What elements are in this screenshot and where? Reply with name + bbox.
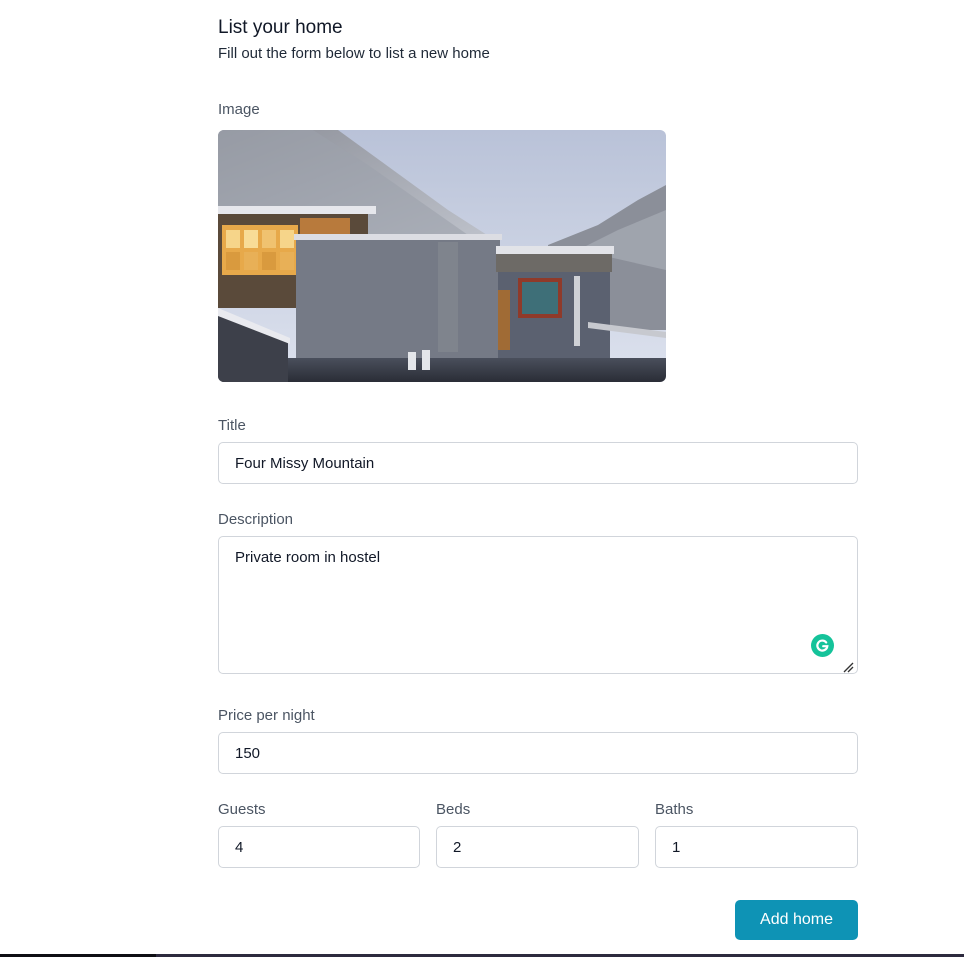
image-label: Image	[218, 101, 260, 118]
home-photo	[218, 130, 666, 382]
home-image-preview[interactable]	[218, 130, 666, 382]
price-label: Price per night	[218, 707, 315, 724]
title-label: Title	[218, 417, 246, 434]
description-textarea[interactable]: Private room in hostel	[218, 536, 858, 674]
resize-handle-icon[interactable]	[843, 660, 854, 673]
add-home-button[interactable]: Add home	[735, 900, 858, 940]
description-label: Description	[218, 511, 294, 528]
baths-input[interactable]	[655, 826, 858, 868]
guests-label: Guests	[218, 801, 266, 818]
guests-input[interactable]	[218, 826, 420, 868]
page: List your home Fill out the form below t…	[0, 0, 964, 957]
page-title: List your home	[218, 17, 343, 38]
beds-label: Beds	[436, 801, 471, 818]
price-input[interactable]	[218, 732, 858, 774]
title-input[interactable]	[218, 442, 858, 484]
beds-input[interactable]	[436, 826, 639, 868]
page-subtitle: Fill out the form below to list a new ho…	[218, 45, 490, 62]
grammarly-icon[interactable]	[811, 634, 834, 657]
baths-label: Baths	[655, 801, 694, 818]
